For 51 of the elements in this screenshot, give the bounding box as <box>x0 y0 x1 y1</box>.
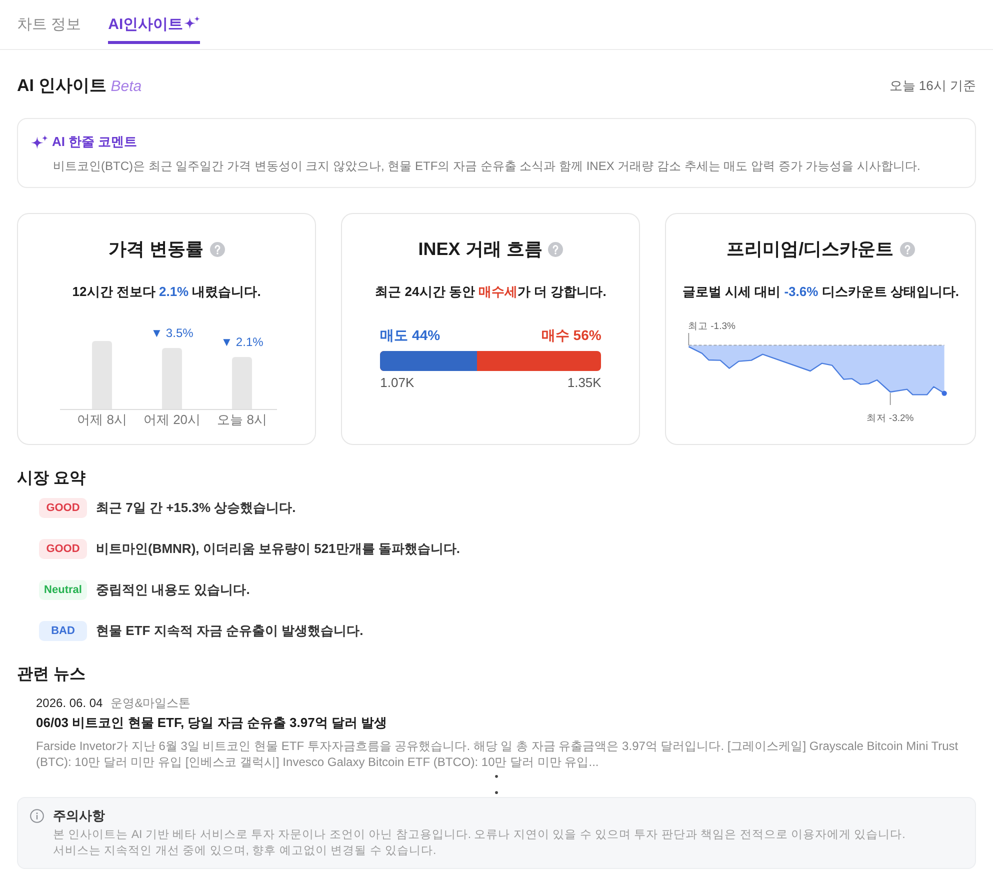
summary-text: 중립적인 내용도 있습니다. <box>96 581 250 599</box>
news-category: 운영&마일스톤 <box>110 695 191 712</box>
card-title: 프리미엄/디스카운트 <box>726 238 894 261</box>
summary-text: 현물 ETF 지속적 자금 순유출이 발생했습니다. <box>96 622 364 640</box>
summary-text: 비트마인(BMNR), 이더리움 보유량이 521만개를 돌파했습니다. <box>96 540 460 558</box>
x-axis-label: 어제 8시 <box>76 412 128 428</box>
beta-tag: Beta <box>110 76 142 98</box>
change-label: ▼ 2.1% <box>220 334 264 350</box>
sell-label: 매도 44% <box>380 326 440 344</box>
page-title: AI 인사이트 <box>17 74 107 96</box>
low-tick <box>890 392 892 406</box>
low-label: 최저 -3.2% <box>866 413 914 424</box>
sentiment-badge: GOOD <box>39 498 87 518</box>
high-label: 최고 -1.3% <box>688 321 736 332</box>
help-icon <box>900 242 915 256</box>
tab[interactable]: 차트 정보 <box>17 10 82 44</box>
summary-text: 최근 7일 간 +15.3% 상승했습니다. <box>96 499 296 517</box>
notice-text: 본 인사이트는 AI 기반 베타 서비스로 투자 자문이나 조언이 아닌 참고용입니다. 오류나 지연이 있을 수 있으며 투자 판단과 책임은 전적으로 이용자에게 있습니다. <box>53 828 906 843</box>
sentiment-badge: GOOD <box>39 539 87 559</box>
comment-title: AI 한줄 코멘트 <box>52 133 138 151</box>
summary-text: 글로벌 시세 대비 -3.6% 디스카운트 상태입니다. <box>682 283 959 301</box>
sentiment-badge: BAD <box>39 621 87 641</box>
notice-text: 서비스는 지속적인 개선 중에 있으며, 향후 예고없이 변경될 수 있습니다. <box>53 844 438 859</box>
tab[interactable]: AI인사이트 <box>108 10 200 44</box>
end-point-icon <box>942 390 948 396</box>
section-title: 시장 요약 <box>17 469 86 489</box>
summary-text: 12시간 전보다 2.1% 내렸습니다. <box>71 283 262 301</box>
info-icon <box>30 809 44 823</box>
news-date: 2026. 06. 04 <box>36 695 103 712</box>
sparkle-icon <box>31 135 48 149</box>
comment-text: 비트코인(BTC)은 최근 일주일간 가격 변동성이 크지 않았으나, 현물 ETF의 자금 순유출 소식과 함께 INEX 거래량 감소 추세는 매도 압력 증가 가능성을 시사합니다. <box>53 158 922 175</box>
x-axis-label: 오늘 8시 <box>216 412 268 428</box>
card-title: 가격 변동률 <box>108 238 204 261</box>
sentiment-badge: Neutral <box>39 580 87 600</box>
buy-amount: 1.35K <box>567 375 602 391</box>
news-title[interactable]: 06/03 비트코인 현물 ETF, 당일 자금 순유출 3.97억 달러 발생 <box>36 714 976 732</box>
sparkle-icon <box>184 16 200 29</box>
sell-amount: 1.07K <box>380 375 414 391</box>
summary-text: 최근 24시간 동안 매수세가 더 강합니다. <box>374 283 608 301</box>
help-icon <box>210 242 225 256</box>
high-tick <box>688 332 690 346</box>
card-title: INEX 거래 흐름 <box>418 238 542 261</box>
notice-title: 주의사항 <box>53 807 105 825</box>
x-axis-label: 어제 20시 <box>142 412 202 428</box>
update-time: 오늘 16시 기준 <box>889 77 976 95</box>
section-title: 관련 뉴스 <box>17 665 86 685</box>
buy-label: 매수 56% <box>541 326 602 344</box>
help-icon <box>548 242 564 256</box>
vertical-dots-icon <box>495 775 498 794</box>
news-summary: Farside Invetor가 지난 6월 3일 비트코인 현물 ETF 투자자금흐름을 공유했습니다. 해당 일 총 자금 유출금액은 3.97억 달러입니다. [그레이스케일] Grayscale Bitcoin Mini Trust (BTC): 10만 달러 미만 유입 [인베스코 갤럭시] Invesco Galaxy Bitcoin ETF (BTCO): 10만 달러 미만 유입... <box>36 738 960 770</box>
change-label: ▼ 3.5% <box>150 325 194 341</box>
